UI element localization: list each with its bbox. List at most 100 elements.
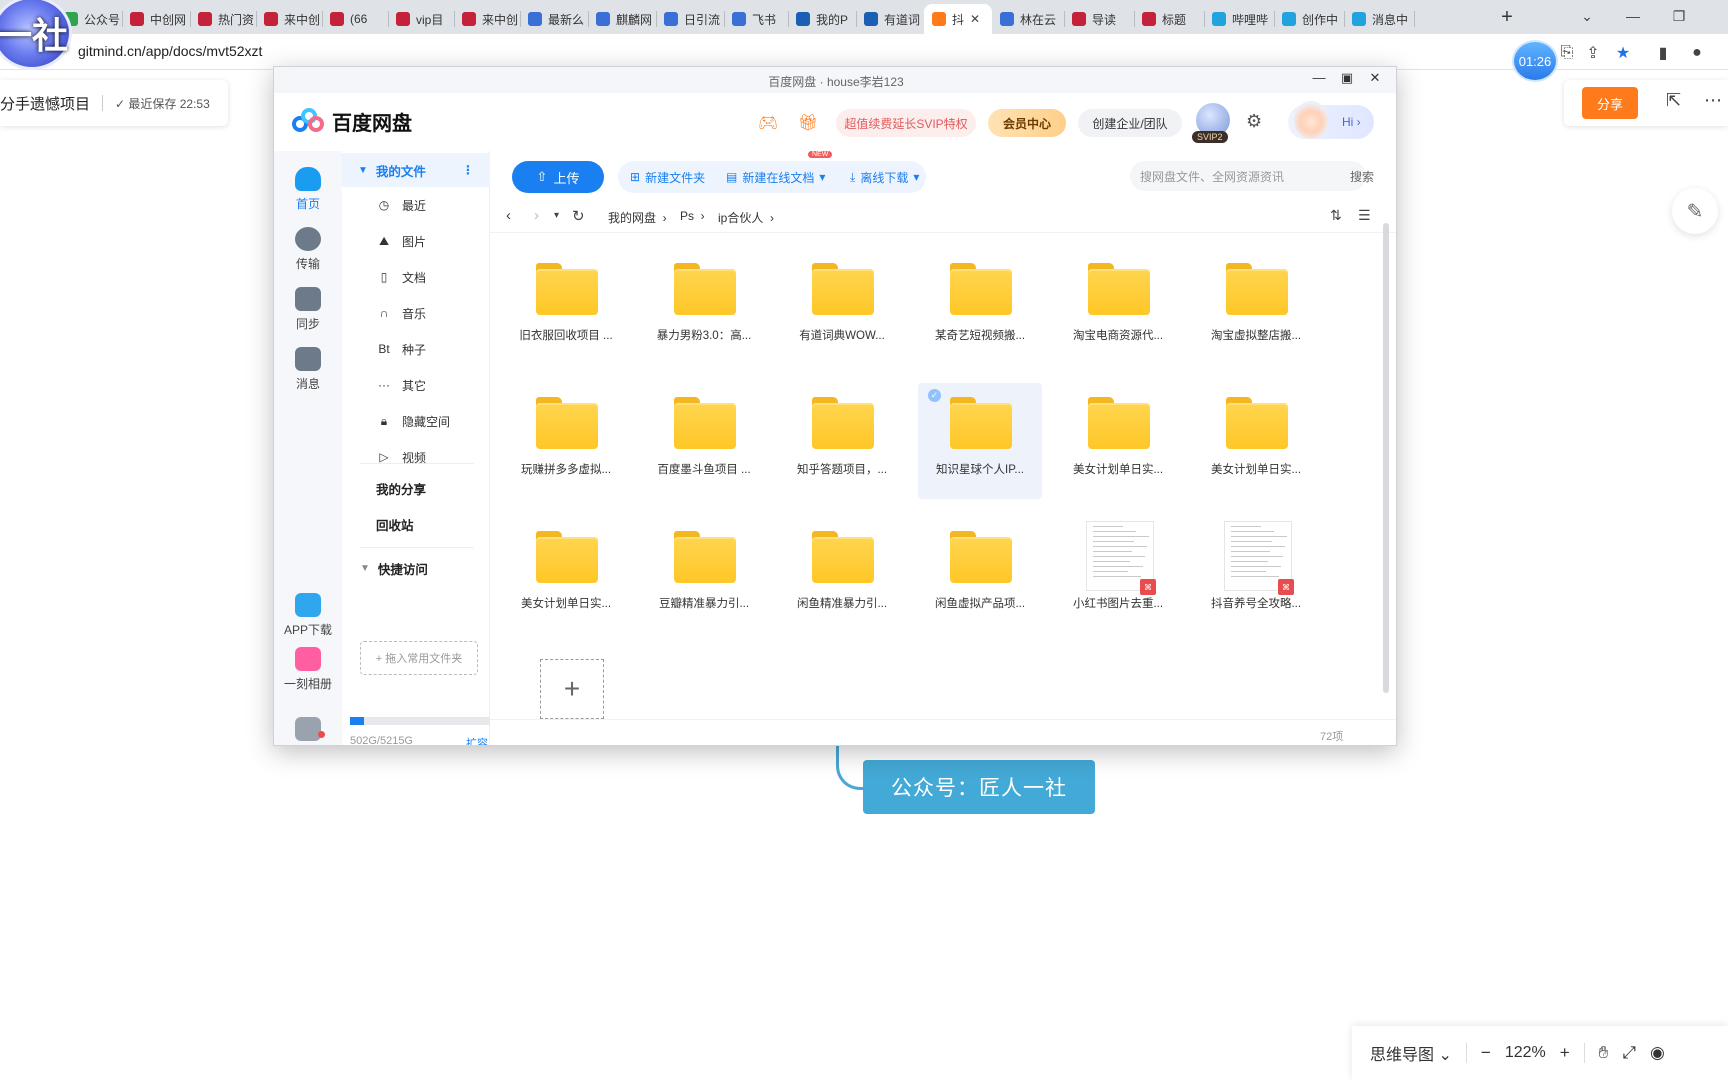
browser-tab[interactable]: 最新么	[520, 4, 588, 34]
history-dropdown-icon[interactable]: ▾	[554, 210, 559, 221]
folder-item[interactable]: 旧衣服回收项目 ...	[504, 249, 628, 365]
folder-item[interactable]: 某奇艺短视频搬...	[918, 249, 1042, 365]
mindmap-node[interactable]: 公众号：匠人一社	[863, 760, 1095, 814]
new-tab-button[interactable]: +	[1494, 4, 1520, 30]
browser-tab[interactable]: (66	[322, 4, 388, 34]
rail-item[interactable]: 首页	[274, 167, 342, 212]
browser-tab[interactable]: 林在云	[992, 4, 1064, 34]
close-icon[interactable]: ✕	[1364, 70, 1386, 86]
sidebar-item[interactable]: ∩ 音乐	[342, 297, 490, 329]
browser-tab[interactable]: 哔哩哔	[1204, 4, 1274, 34]
preview-eye-icon[interactable]: ◉	[1650, 1043, 1665, 1063]
sort-icon[interactable]: ⇅	[1330, 207, 1342, 224]
browser-tab[interactable]: 有道词	[856, 4, 924, 34]
sidebar-item[interactable]: ▯ 文档	[342, 261, 490, 293]
folder-item[interactable]: 暴力男粉3.0：高...	[642, 249, 766, 365]
new-folder-button[interactable]: ⊞ 新建文件夹	[630, 163, 705, 191]
view-mode-select[interactable]: 思维导图 ⌄	[1370, 1041, 1452, 1065]
url-field[interactable]: gitmind.cn/app/docs/mvt52xzt	[78, 43, 262, 59]
browser-tab[interactable]: 热门资	[190, 4, 256, 34]
rail-item[interactable]: 一刻相册	[274, 647, 342, 692]
add-file-button[interactable]: +	[540, 659, 604, 719]
sidebar-my-share[interactable]: 我的分享	[342, 471, 490, 505]
refresh-icon[interactable]: ↻	[572, 207, 585, 225]
zoom-out-icon[interactable]: −	[1481, 1043, 1491, 1063]
browser-tab[interactable]: 导读	[1064, 4, 1134, 34]
folder-item[interactable]: 百度墨斗鱼项目 ...	[642, 383, 766, 499]
scrollbar-thumb[interactable]	[1383, 223, 1389, 693]
rail-item[interactable]: 同步	[274, 287, 342, 332]
sidebar-item[interactable]: ··· 其它	[342, 369, 490, 401]
sidebar-recycle[interactable]: 回收站	[342, 507, 490, 541]
more-icon[interactable]: ⋮	[462, 163, 474, 177]
search-button[interactable]: 搜索	[1350, 168, 1374, 185]
new-online-doc-button[interactable]: ▤ 新建在线文档 ▾	[726, 163, 825, 191]
list-view-icon[interactable]: ☰	[1358, 207, 1371, 224]
open-external-icon[interactable]: ⇱	[1666, 90, 1681, 111]
browser-tab[interactable]: vip目	[388, 4, 454, 34]
svip-promo-button[interactable]: 超值续费延长SVIP特权	[836, 109, 976, 137]
install-icon[interactable]: ⎘	[1556, 42, 1578, 64]
back-icon[interactable]: ‹	[506, 207, 511, 224]
share-page-icon[interactable]: ⇪	[1582, 42, 1604, 64]
folder-item[interactable]: 知乎答题项目，...	[780, 383, 904, 499]
doc-title[interactable]: 分手遗憾项目	[0, 93, 90, 114]
tab-close-icon[interactable]: ✕	[970, 12, 980, 26]
assistant-button[interactable]: Hi ›	[1288, 101, 1374, 139]
folder-item[interactable]: 闲鱼虚拟产品项...	[918, 517, 1042, 633]
more-icon[interactable]: ⋯	[1704, 90, 1722, 111]
breadcrumb-item[interactable]: Ps ›	[680, 209, 705, 223]
rail-item[interactable]: 工具	[274, 717, 342, 745]
quick-access-drop-zone[interactable]: + 拖入常用文件夹	[360, 641, 478, 675]
browser-tab[interactable]: 来中创	[454, 4, 520, 34]
folder-item[interactable]: 豆瓣精准暴力引...	[642, 517, 766, 633]
forward-icon[interactable]: ›	[534, 207, 539, 224]
rail-item[interactable]: 消息	[274, 347, 342, 392]
rail-item[interactable]: APP下载	[274, 593, 342, 638]
folder-item[interactable]: 美女计划单日实...	[1056, 383, 1180, 499]
search-input[interactable]: 搜网盘文件、全网资源资讯	[1130, 161, 1366, 191]
restore-icon[interactable]: ❐	[1664, 3, 1694, 29]
gear-icon[interactable]: ⚙	[1246, 111, 1262, 132]
browser-tab[interactable]: 创作中	[1274, 4, 1344, 34]
browser-tab[interactable]: 麒麟网	[588, 4, 656, 34]
browser-tab[interactable]: 抖 ✕	[924, 4, 992, 34]
sidebar-item[interactable]: ⛰ 图片	[342, 225, 490, 257]
browser-tab[interactable]: 飞书	[724, 4, 788, 34]
sidebar-item[interactable]: ◷ 最近	[342, 189, 490, 221]
folder-item[interactable]: 闲鱼精准暴力引...	[780, 517, 904, 633]
sidebar-item[interactable]: ▷ 视频	[342, 441, 490, 473]
sidebar-my-files[interactable]: ▼ 我的文件 ⋮	[342, 153, 490, 187]
sidepanel-icon[interactable]: ▮	[1652, 42, 1674, 64]
bookmark-star-icon[interactable]: ★	[1612, 42, 1634, 64]
gift-icon[interactable]: 🎁︎	[798, 113, 818, 133]
folder-item[interactable]: 美女计划单日实...	[504, 517, 628, 633]
folder-item[interactable]: 玩赚拼多多虚拟...	[504, 383, 628, 499]
browser-tab[interactable]: 标题	[1134, 4, 1204, 34]
selected-check-icon[interactable]: ✓	[928, 389, 941, 402]
maximize-icon[interactable]: ▣	[1336, 70, 1358, 86]
file-item[interactable]: ⌘ 抖音养号全攻略...	[1194, 517, 1318, 633]
folder-item[interactable]: 有道词典WOW...	[780, 249, 904, 365]
create-enterprise-button[interactable]: 创建企业/团队	[1078, 109, 1182, 137]
scrollbar[interactable]	[1383, 223, 1389, 693]
fit-screen-icon[interactable]: ⤢	[1622, 1043, 1636, 1063]
sidebar-item[interactable]: Bt 种子	[342, 333, 490, 365]
browser-tab[interactable]: 中创网	[122, 4, 190, 34]
browser-tab[interactable]: 消息中	[1344, 4, 1414, 34]
format-painter-icon[interactable]: ✎	[1672, 188, 1718, 234]
vip-center-button[interactable]: 会员中心	[988, 109, 1066, 137]
game-icon[interactable]: 🎮︎	[758, 113, 778, 133]
breadcrumb-item[interactable]: ip合伙人 ›	[718, 209, 774, 226]
minimize-icon[interactable]: —	[1618, 3, 1648, 29]
sidebar-quick-access[interactable]: ▼ 快捷访问	[342, 551, 490, 585]
expand-storage-link[interactable]: 扩容	[466, 735, 488, 745]
profile-icon[interactable]: ●	[1686, 42, 1708, 64]
folder-item[interactable]: 淘宝虚拟整店搬...	[1194, 249, 1318, 365]
upload-button[interactable]: ⇧ 上传	[512, 161, 604, 193]
breadcrumb-item[interactable]: 我的网盘 ›	[608, 209, 667, 226]
folder-item[interactable]: ✓ 知识星球个人IP...	[918, 383, 1042, 499]
browser-tab[interactable]: 我的P	[788, 4, 856, 34]
sidebar-item[interactable]: 🔒︎ 隐藏空间	[342, 405, 490, 437]
folder-item[interactable]: 淘宝电商资源代...	[1056, 249, 1180, 365]
